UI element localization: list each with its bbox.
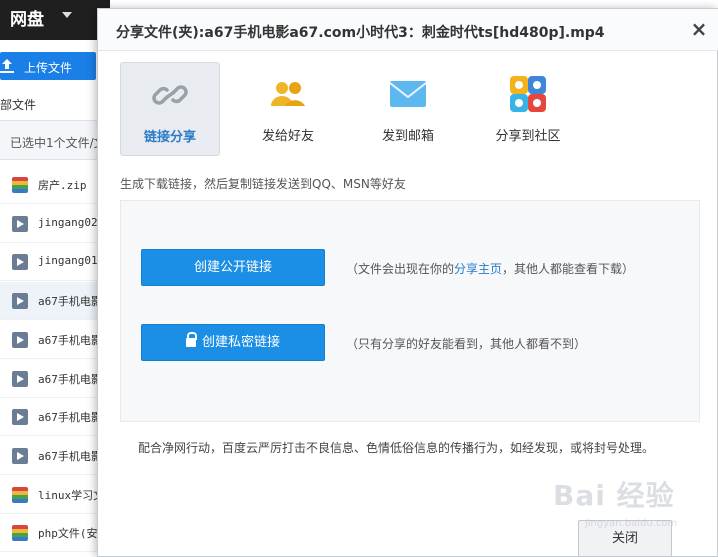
video-file-icon <box>12 293 28 310</box>
file-name[interactable]: a67手机电影 <box>38 371 102 387</box>
community-icon <box>510 76 546 112</box>
file-row[interactable]: a67手机电影 <box>0 437 102 475</box>
tab-send-friends[interactable]: 发给好友 <box>238 62 338 156</box>
link-icon <box>152 85 188 105</box>
file-name[interactable]: a67手机电影 <box>38 332 102 348</box>
watermark-main: Bai 经验 <box>553 479 675 512</box>
file-name[interactable]: jingang02. <box>38 216 104 229</box>
file-name[interactable]: a67手机电影 <box>38 293 102 309</box>
friends-icon <box>271 82 305 106</box>
file-row[interactable]: linux学习文 <box>0 476 104 514</box>
video-file-icon <box>12 370 28 387</box>
video-file-icon <box>12 447 28 464</box>
lock-icon <box>185 332 197 347</box>
file-name[interactable]: a67手机电影 <box>38 409 102 425</box>
tab-share-community[interactable]: 分享到社区 <box>478 62 578 156</box>
private-link-note: （只有分享的好友能看到，其他人都看不到） <box>346 337 587 351</box>
public-note-prefix: （文件会出现在你的 <box>346 262 455 276</box>
watermark-sub: jingyan.baidu.com <box>585 518 678 529</box>
file-name[interactable]: jingang01. <box>38 254 104 267</box>
tab-send-email[interactable]: 发到邮箱 <box>358 62 458 156</box>
file-name[interactable]: a67手机电影 <box>38 448 102 464</box>
link-share-panel: 创建公开链接 （文件会出现在你的分享主页，其他人都能查看下载） 创建私密链接 （… <box>120 200 700 422</box>
upload-icon <box>0 59 14 73</box>
file-row[interactable]: a67手机电影 <box>0 360 102 398</box>
file-row[interactable]: 房产.zip <box>0 166 100 204</box>
mail-icon <box>389 81 427 107</box>
file-name[interactable]: linux学习文 <box>38 487 104 503</box>
create-public-link-button[interactable]: 创建公开链接 <box>141 249 325 286</box>
video-file-icon <box>12 331 28 348</box>
file-row[interactable]: jingang02. <box>0 205 104 243</box>
private-button-label: 创建私密链接 <box>201 335 280 350</box>
public-button-label: 创建公开链接 <box>193 260 272 275</box>
tab-link-share[interactable]: 链接分享 <box>120 62 220 156</box>
video-file-icon <box>12 254 28 271</box>
tab-label: 发给好友 <box>261 129 314 144</box>
tab-label: 分享到社区 <box>495 129 561 144</box>
file-row[interactable]: a67手机电影 <box>0 282 102 321</box>
policy-notice: 配合净网行动，百度云严厉打击不良信息、色情低俗信息的传播行为，如经发现，或将封号… <box>138 441 655 455</box>
file-row[interactable]: php文件(安 <box>0 514 100 553</box>
zip-file-icon <box>12 486 28 503</box>
app-logo[interactable]: 网盘 <box>10 5 44 30</box>
dialog-title: 分享文件(夹):a67手机电影a67.com小时代3：刺金时代ts[hd480p… <box>116 25 605 41</box>
watermark: Bai 经验 jingyan.baidu.com <box>545 470 715 550</box>
dialog-header: 分享文件(夹):a67手机电影a67.com小时代3：刺金时代ts[hd480p… <box>98 9 718 51</box>
upload-button[interactable]: 上传文件 <box>0 52 96 80</box>
breadcrumb[interactable]: 部文件 <box>0 96 36 113</box>
upload-label: 上传文件 <box>24 61 73 75</box>
zip-file-icon <box>12 177 28 193</box>
close-icon[interactable]: × <box>689 19 709 39</box>
file-row[interactable]: jingang01. <box>0 243 104 282</box>
video-file-icon <box>12 409 28 426</box>
share-homepage-link[interactable]: 分享主页 <box>454 262 502 276</box>
file-row[interactable]: a67手机电影 <box>0 321 102 359</box>
zip-file-icon <box>12 525 28 542</box>
app-topbar: 网盘 <box>0 0 110 40</box>
public-link-note: （文件会出现在你的分享主页，其他人都能查看下载） <box>346 260 634 277</box>
chevron-down-icon[interactable] <box>62 12 72 18</box>
share-hint: 生成下载链接，然后复制链接发送到QQ、MSN等好友 <box>120 177 406 191</box>
public-note-suffix: ，其他人都能查看下载） <box>502 262 635 276</box>
file-row[interactable]: a67手机电影 <box>0 398 102 437</box>
tab-label: 发到邮箱 <box>381 129 434 144</box>
file-name[interactable]: php文件(安 <box>38 525 98 541</box>
tab-label: 链接分享 <box>143 130 196 145</box>
create-private-link-button[interactable]: 创建私密链接 <box>141 324 325 361</box>
file-name[interactable]: 房产.zip <box>38 177 87 193</box>
selection-bar: 已选中1个文件/文件夹 <box>0 120 130 160</box>
video-file-icon <box>12 215 28 232</box>
